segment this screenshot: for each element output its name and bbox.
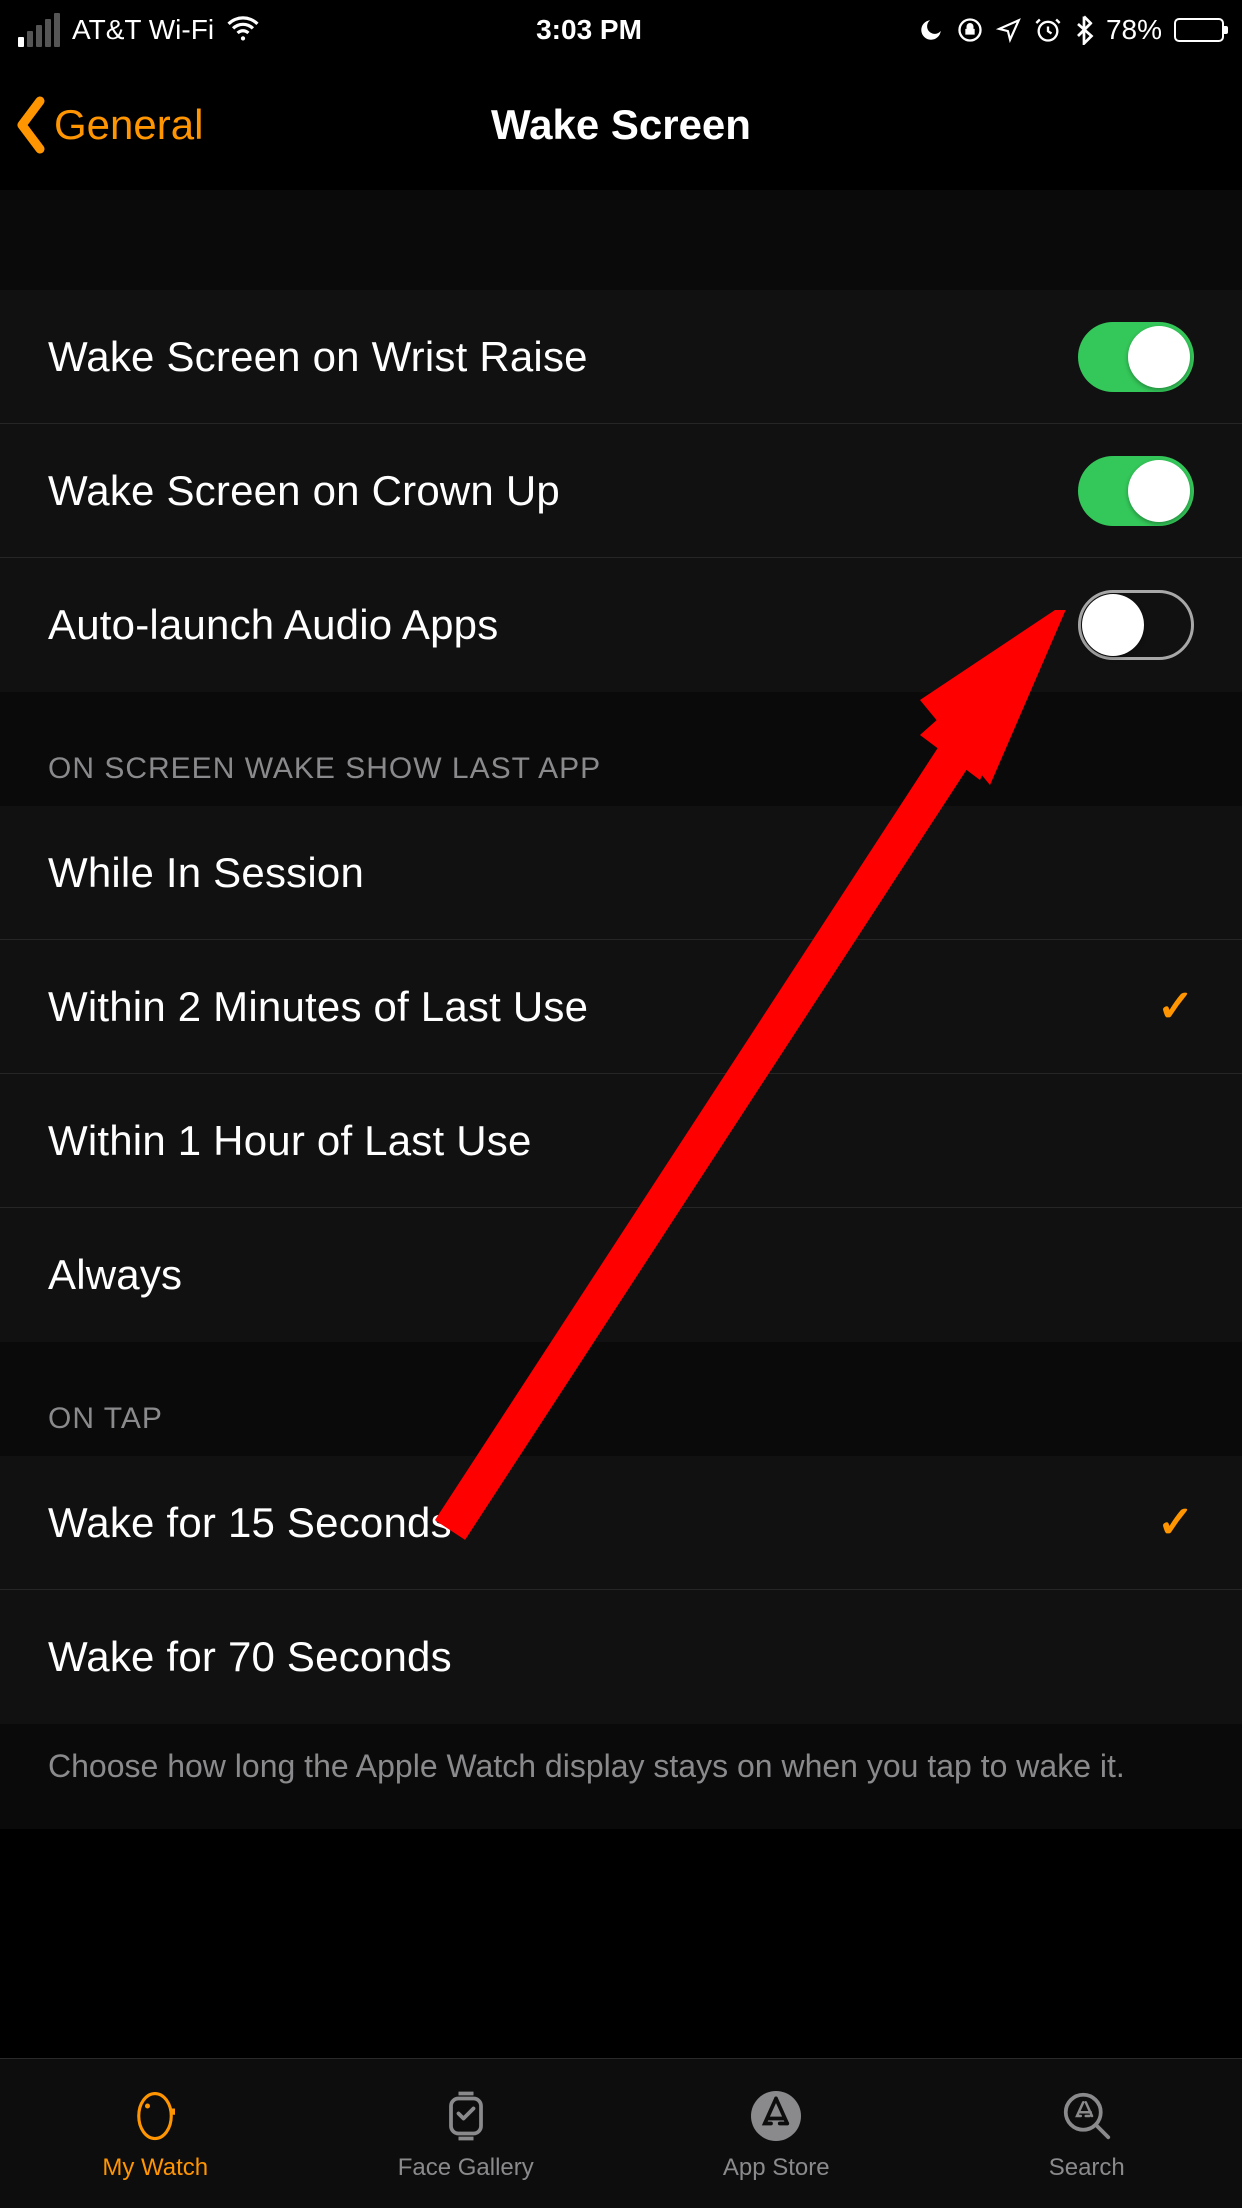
option-while-in-session[interactable]: While In Session [0,806,1242,940]
tab-bar: My Watch Face Gallery App Store Search [0,2058,1242,2208]
row-label: Auto-launch Audio Apps [48,601,498,649]
checkmark-icon: ✓ [1157,1497,1194,1548]
tab-search[interactable]: Search [932,2059,1242,2208]
row-auto-launch-audio: Auto-launch Audio Apps [0,558,1242,692]
nav-bar: General Wake Screen [0,60,1242,190]
option-always[interactable]: Always [0,1208,1242,1342]
row-label: Always [48,1251,182,1299]
tab-face-gallery[interactable]: Face Gallery [311,2059,622,2208]
row-label: Within 2 Minutes of Last Use [48,983,588,1031]
row-label: Wake for 70 Seconds [48,1633,452,1681]
toggle-wrist-raise[interactable] [1078,322,1194,392]
tab-app-store[interactable]: App Store [621,2059,932,2208]
back-button[interactable]: General [0,95,203,155]
section-header-on-tap: ON TAP [0,1342,1242,1456]
watch-icon [125,2086,185,2146]
location-icon [996,17,1022,43]
option-wake-70-seconds[interactable]: Wake for 70 Seconds [0,1590,1242,1724]
search-icon [1057,2086,1117,2146]
battery-icon [1174,18,1224,42]
toggle-crown-up[interactable] [1078,456,1194,526]
option-within-2-minutes[interactable]: Within 2 Minutes of Last Use ✓ [0,940,1242,1074]
wifi-icon [226,10,260,51]
row-label: Wake Screen on Crown Up [48,467,560,515]
section-footer-on-tap: Choose how long the Apple Watch display … [0,1724,1242,1829]
alarm-icon [1034,16,1062,44]
back-label: General [54,101,203,149]
tab-label: Face Gallery [398,2154,534,2182]
checkmark-icon: ✓ [1157,981,1194,1032]
tab-my-watch[interactable]: My Watch [0,2059,311,2208]
battery-percent: 78% [1106,14,1162,46]
row-label: Wake for 15 Seconds [48,1499,452,1547]
carrier-label: AT&T Wi-Fi [72,14,214,46]
option-wake-15-seconds[interactable]: Wake for 15 Seconds ✓ [0,1456,1242,1590]
tab-label: My Watch [102,2154,208,2182]
section-spacer [0,190,1242,290]
status-bar: AT&T Wi-Fi 3:03 PM 78% [0,0,1242,60]
cell-signal-icon [18,13,60,47]
row-wake-wrist-raise: Wake Screen on Wrist Raise [0,290,1242,424]
tab-label: App Store [723,2154,830,2182]
orientation-lock-icon [956,16,984,44]
row-label: Wake Screen on Wrist Raise [48,333,588,381]
toggle-group: Wake Screen on Wrist Raise Wake Screen o… [0,290,1242,692]
section-header-last-app: ON SCREEN WAKE SHOW LAST APP [0,692,1242,806]
on-tap-group: Wake for 15 Seconds ✓ Wake for 70 Second… [0,1456,1242,1724]
row-wake-crown-up: Wake Screen on Crown Up [0,424,1242,558]
status-time: 3:03 PM [536,14,642,46]
toggle-auto-launch-audio[interactable] [1078,590,1194,660]
tab-label: Search [1049,2154,1125,2182]
option-within-1-hour[interactable]: Within 1 Hour of Last Use [0,1074,1242,1208]
moon-icon [918,17,944,43]
bluetooth-icon [1074,15,1094,45]
face-gallery-icon [436,2086,496,2146]
app-store-icon [746,2086,806,2146]
last-app-group: While In Session Within 2 Minutes of Las… [0,806,1242,1342]
row-label: While In Session [48,849,364,897]
row-label: Within 1 Hour of Last Use [48,1117,532,1165]
